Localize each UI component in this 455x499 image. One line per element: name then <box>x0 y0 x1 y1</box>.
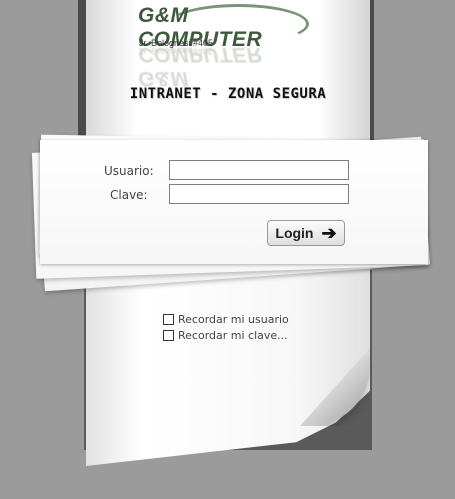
remember-password-checkbox[interactable] <box>163 330 174 341</box>
arrow-right-icon: ➔ <box>321 223 337 243</box>
page-title: INTRANET - ZONA SEGURA <box>129 86 327 102</box>
company-logo: G&M COMPUTER Jr. Bolognesi #405 <box>138 4 309 51</box>
remember-user-option[interactable]: Recordar mi usuario <box>163 313 289 326</box>
remember-password-label: Recordar mi clave... <box>178 329 288 342</box>
logo-reflection-address: Jr. Bolognesi #405 <box>139 46 214 56</box>
password-input[interactable] <box>169 184 349 204</box>
login-button-label: Login <box>275 225 314 241</box>
login-button[interactable]: Login ➔ <box>267 220 345 246</box>
remember-user-checkbox[interactable] <box>163 314 174 325</box>
username-input[interactable] <box>169 160 349 180</box>
remember-user-label: Recordar mi usuario <box>178 313 289 326</box>
logo-reflection: G&M COMPUTER Jr. Bolognesi #405 <box>138 43 308 90</box>
password-label: Clave: <box>110 188 148 202</box>
remember-password-option[interactable]: Recordar mi clave... <box>163 329 288 342</box>
username-label: Usuario: <box>104 164 154 178</box>
